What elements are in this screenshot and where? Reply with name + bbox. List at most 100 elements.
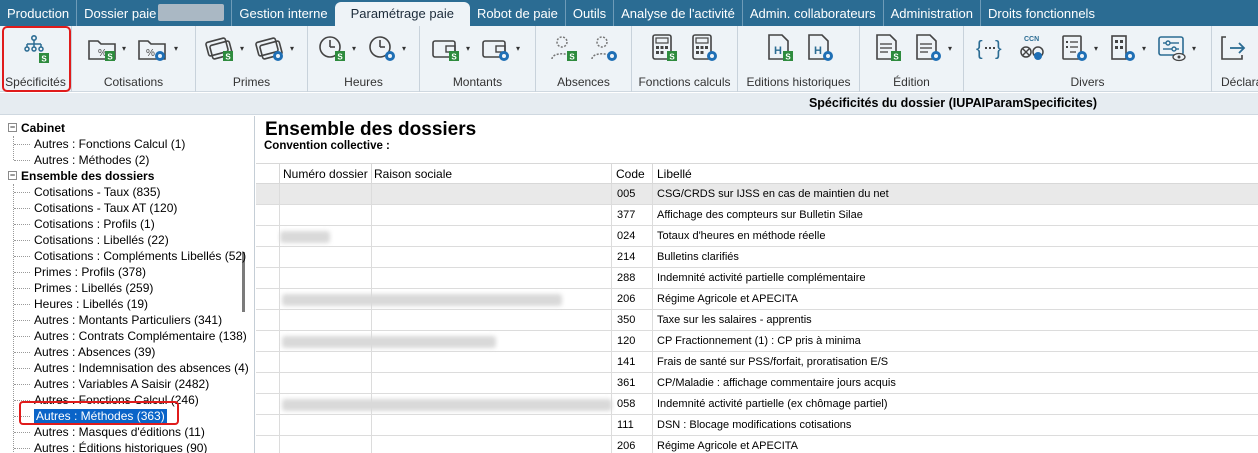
ribbon-group-divers: {} CCN ▾ ▾ ▾ Divers (964, 26, 1212, 92)
tree-item[interactable]: Cotisations : Compléments Libellés (52) (14, 248, 246, 264)
chevron-down-icon[interactable]: ▾ (352, 44, 358, 53)
chevron-down-icon[interactable]: ▾ (122, 44, 128, 53)
tree-item[interactable]: Cotisations : Profils (1) (14, 216, 155, 232)
column-header-numero-dossier[interactable]: Numéro dossier (283, 167, 368, 181)
tree-item[interactable]: Primes : Profils (378) (14, 264, 146, 280)
table-row[interactable]: 350 Taxe sur les salaires - apprentis (256, 310, 1258, 331)
montants-settings-icon[interactable] (480, 32, 512, 64)
heures-clock-icon[interactable]: S (316, 32, 348, 64)
menu-production[interactable]: Production (0, 0, 78, 26)
chevron-down-icon[interactable]: ▾ (1142, 44, 1148, 53)
table-row[interactable]: 058 Indemnité activité partielle (ex chôm… (256, 394, 1258, 415)
tree-item[interactable]: Autres : Contrats Complémentaire (138) (14, 328, 247, 344)
cell-code: 120 (617, 335, 636, 347)
menu-gestion-interne[interactable]: Gestion interne (232, 0, 334, 26)
table-row[interactable]: 206 Régime Agricole et APECITA (256, 289, 1258, 310)
tree-item[interactable]: Autres : Variables A Saisir (2482) (14, 376, 209, 392)
calculator-icon[interactable]: S (648, 32, 680, 64)
cell-libelle: Régime Agricole et APECITA (657, 440, 799, 452)
menu-administration-label: Administration (890, 6, 973, 21)
collapse-icon[interactable]: − (8, 123, 17, 132)
column-header-libelle[interactable]: Libellé (657, 167, 692, 181)
heures-settings-icon[interactable] (366, 32, 398, 64)
chevron-down-icon[interactable]: ▾ (1192, 44, 1198, 53)
primes-money-icon[interactable]: S (204, 32, 236, 64)
cotisations-folder-icon[interactable]: % S (86, 32, 118, 64)
settings-view-icon[interactable] (1156, 32, 1188, 64)
tree-item[interactable]: Primes : Libellés (259) (14, 280, 153, 296)
chevron-down-icon[interactable]: ▾ (1094, 44, 1100, 53)
ribbon-group-label: Cotisations (103, 75, 164, 89)
chevron-down-icon[interactable]: ▾ (948, 44, 954, 53)
tree-group[interactable]: − Ensemble des dossiers (8, 168, 154, 184)
cell-divider (652, 436, 653, 453)
table-row[interactable]: 214 Bulletins clarifiés (256, 247, 1258, 268)
chevron-down-icon[interactable]: ▾ (174, 44, 180, 53)
top-menu-bar: Production Dossier paie Gestion interne … (0, 0, 1258, 26)
tree-item[interactable]: Cotisations : Libellés (22) (14, 232, 169, 248)
history-document-icon[interactable]: HS (764, 32, 796, 64)
checklist-icon[interactable] (1058, 32, 1090, 64)
menu-parametrage-paie[interactable]: Paramétrage paie (334, 2, 470, 26)
chevron-down-icon[interactable]: ▾ (466, 44, 472, 53)
tree-item[interactable]: Cotisations - Taux (835) (14, 184, 161, 200)
table-row[interactable]: 206 Régime Agricole et APECITA (256, 436, 1258, 453)
table-row[interactable]: 288 Indemnité activité partielle compléme… (256, 268, 1258, 289)
cell-divider (611, 289, 612, 310)
tree-item-label: Autres : Indemnisation des absences (4) (34, 361, 249, 375)
tree-connector (14, 320, 30, 321)
montants-wallet-icon[interactable]: S (430, 32, 462, 64)
tree-item[interactable]: Autres : Méthodes (2) (14, 152, 149, 168)
declaration-export-icon[interactable] (1218, 32, 1250, 64)
table-row[interactable]: 141 Frais de santé sur PSS/forfait, prora… (256, 352, 1258, 373)
absences-user-icon[interactable]: S (548, 32, 580, 64)
edition-document-icon[interactable]: S (872, 32, 904, 64)
table-row[interactable]: 377 Affichage des compteurs sur Bulletin … (256, 205, 1258, 226)
edition-settings-icon[interactable] (912, 32, 944, 64)
primes-settings-icon[interactable] (254, 32, 286, 64)
variables-braces-icon[interactable]: {} (974, 32, 1006, 64)
chevron-down-icon[interactable]: ▾ (290, 44, 296, 53)
tree-item[interactable]: Autres : Fonctions Calcul (1) (14, 136, 185, 152)
tree-item[interactable]: Cotisations - Taux AT (120) (14, 200, 177, 216)
cell-divider (279, 415, 280, 436)
menu-droits-fonctionnels[interactable]: Droits fonctionnels (981, 0, 1102, 26)
menu-droits-fonctionnels-label: Droits fonctionnels (988, 6, 1095, 21)
tree-item[interactable]: Heures : Libellés (19) (14, 296, 148, 312)
tree-item[interactable]: Autres : Indemnisation des absences (4) (14, 360, 249, 376)
menu-admin-collaborateurs[interactable]: Admin. collaborateurs (743, 0, 884, 26)
table-row[interactable]: 361 CP/Maladie : affichage commentaire jo… (256, 373, 1258, 394)
tree-group[interactable]: − Cabinet (8, 120, 65, 136)
chevron-down-icon[interactable]: ▾ (240, 44, 246, 53)
collapse-icon[interactable]: − (8, 171, 17, 180)
column-header-raison-sociale[interactable]: Raison sociale (374, 167, 452, 181)
tree-item[interactable]: Autres : Masques d'éditions (11) (14, 424, 205, 440)
menu-administration[interactable]: Administration (884, 0, 981, 26)
table-row[interactable]: 120 CP Fractionnement (1) : CP pris à min… (256, 331, 1258, 352)
tree-item[interactable]: Autres : Éditions historiques (90) (14, 440, 207, 453)
cotisations-settings-icon[interactable]: % (136, 32, 168, 64)
tree-item[interactable]: Autres : Absences (39) (14, 344, 155, 360)
menu-dossier-paie[interactable]: Dossier paie (77, 0, 233, 26)
table-row[interactable]: 024 Totaux d'heures en méthode réelle (256, 226, 1258, 247)
calculator-settings-icon[interactable] (688, 32, 720, 64)
cell-libelle: CP Fractionnement (1) : CP pris à minima (657, 335, 861, 347)
column-header-code[interactable]: Code (616, 167, 645, 181)
svg-text:{: { (976, 38, 983, 60)
table-row[interactable]: 111 DSN : Blocage modifications cotisatio… (256, 415, 1258, 436)
cell-code: 214 (617, 251, 636, 263)
ribbon-group-label: Divers (1070, 75, 1105, 89)
history-settings-icon[interactable]: H (804, 32, 836, 64)
chevron-down-icon[interactable]: ▾ (516, 44, 522, 53)
menu-outils[interactable]: Outils (566, 0, 615, 26)
absences-settings-icon[interactable] (588, 32, 620, 64)
cell-divider (611, 310, 612, 331)
table-row[interactable]: 005 CSG/CRDS sur IJSS en cas de maintien … (256, 184, 1258, 205)
menu-robot-de-paie[interactable]: Robot de paie (470, 0, 566, 26)
building-icon[interactable] (1106, 32, 1138, 64)
menu-analyse-activite[interactable]: Analyse de l'activité (614, 0, 743, 26)
ccn-badge: CCN (1024, 36, 1039, 43)
tree-item[interactable]: Autres : Montants Particuliers (341) (14, 312, 222, 328)
chevron-down-icon[interactable]: ▾ (402, 44, 408, 53)
ccn-icon[interactable]: CCN (1016, 32, 1048, 64)
